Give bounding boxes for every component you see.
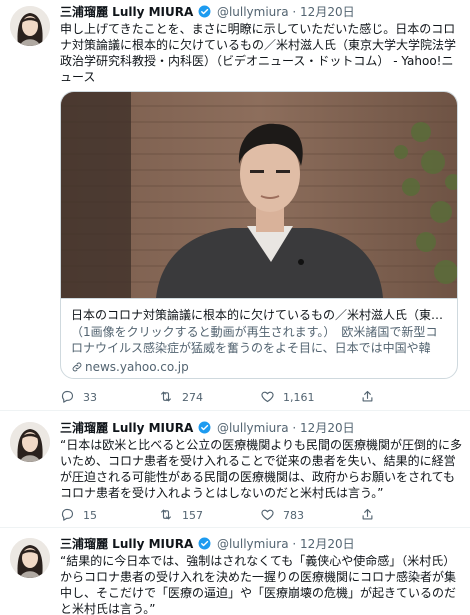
tweet-text: “日本は欧米と比べると公立の医療機関よりも民間の医療機関が圧倒的に多いため、コロ… [60,438,462,500]
tweet-header: 三浦瑠麗 Lully MIURA @lullymiura · 12月20日 [60,536,462,552]
avatar[interactable] [10,538,50,578]
verified-badge-icon [198,537,211,550]
reply-button[interactable]: 15 [60,507,97,525]
link-icon [72,362,82,372]
tweet[interactable]: 三浦瑠麗 Lully MIURA @lullymiura · 12月20日 “結… [0,528,470,615]
tweet-actions: 33 274 1,161 [60,389,450,407]
like-icon [261,391,274,403]
share-icon [362,390,373,402]
card-image [61,92,457,298]
card-text: 日本のコロナ対策論議に根本的に欠けているもの／米村滋人氏（東京... （1画像を… [61,298,457,378]
avatar-image [10,422,50,462]
avatar-image [10,538,50,578]
separator-dot: · [292,421,297,435]
separator-dot: · [292,537,297,551]
tweet-text: “結果的に今日本では、強制はされなくても「義侠心や使命感」（米村氏）からコロナ患… [60,554,457,615]
tweet-text: 申し上げてきたことを、まさに明瞭に示していただいた感じ。日本のコロナ対策論議に根… [60,22,457,84]
retweet-button[interactable]: 274 [158,389,203,407]
reply-icon [61,508,74,521]
like-icon [261,509,274,521]
author-handle[interactable]: @lullymiura [217,421,289,435]
share-button[interactable] [360,389,383,407]
retweet-icon [161,509,171,520]
avatar-image [10,6,50,46]
card-title: 日本のコロナ対策論議に根本的に欠けているもの／米村滋人氏（東京... [71,308,449,322]
like-count: 783 [283,509,304,522]
avatar[interactable] [10,6,50,46]
reply-count: 15 [83,509,97,522]
author-handle[interactable]: @lullymiura [217,5,289,19]
tweet[interactable]: 三浦瑠麗 Lully MIURA @lullymiura · 12月20日 申し… [0,0,470,408]
verified-badge-icon [198,5,211,18]
separator-dot: · [292,5,297,19]
reply-icon [61,390,74,403]
avatar[interactable] [10,422,50,462]
share-icon [362,508,373,520]
like-button[interactable]: 1,161 [260,389,315,407]
like-button[interactable]: 783 [260,507,304,525]
tweet-header: 三浦瑠麗 Lully MIURA @lullymiura · 12月20日 [60,420,462,436]
reply-button[interactable]: 33 [60,389,97,407]
tweet-actions: 15 157 783 [60,507,450,525]
link-card[interactable]: 日本のコロナ対策論議に根本的に欠けているもの／米村滋人氏（東京... （1画像を… [60,91,458,379]
reply-count: 33 [83,391,97,404]
retweet-count: 157 [182,509,203,522]
tweet[interactable]: 三浦瑠麗 Lully MIURA @lullymiura · 12月20日 “日… [0,411,470,527]
card-domain: news.yahoo.co.jp [71,359,449,375]
share-button[interactable] [360,507,383,525]
retweet-icon [161,391,171,402]
like-count: 1,161 [283,391,315,404]
author-name[interactable]: 三浦瑠麗 Lully MIURA [60,537,193,551]
card-domain-text: news.yahoo.co.jp [85,360,189,374]
tweet-date[interactable]: 12月20日 [300,537,355,551]
author-name[interactable]: 三浦瑠麗 Lully MIURA [60,5,193,19]
tweet-date[interactable]: 12月20日 [300,421,355,435]
tweet-date[interactable]: 12月20日 [300,5,355,19]
retweet-button[interactable]: 157 [158,507,203,525]
tweet-header: 三浦瑠麗 Lully MIURA @lullymiura · 12月20日 [60,4,462,20]
retweet-count: 274 [182,391,203,404]
card-description: （1画像をクリックすると動画が再生されます。） 欧米諸国で新型コロナウイルス感染… [71,325,438,355]
author-handle[interactable]: @lullymiura [217,537,289,551]
author-name[interactable]: 三浦瑠麗 Lully MIURA [60,421,193,435]
verified-badge-icon [198,421,211,434]
